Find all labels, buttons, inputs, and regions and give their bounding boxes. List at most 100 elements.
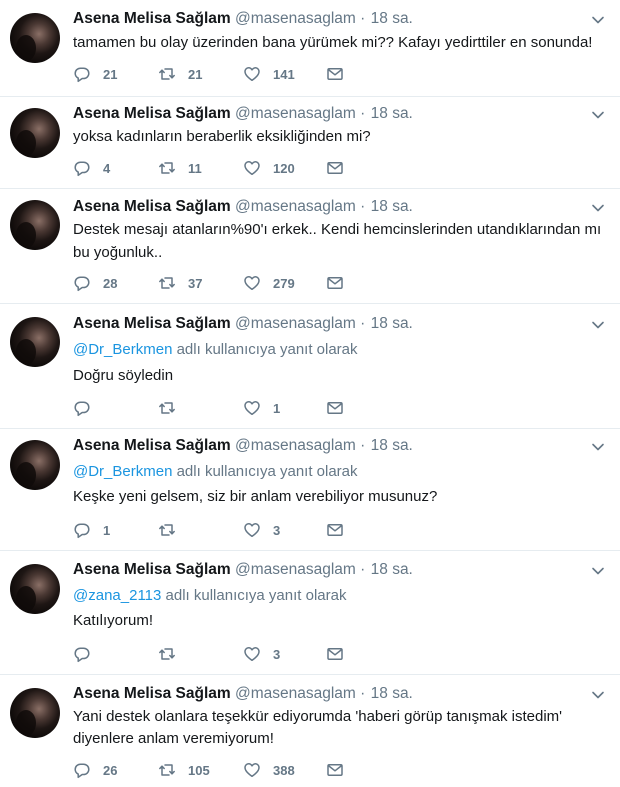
timestamp[interactable]: 18 sa. bbox=[371, 10, 413, 27]
like-count: 3 bbox=[273, 522, 281, 538]
reply-mention-link[interactable]: @Dr_Berkmen bbox=[73, 463, 172, 480]
timestamp[interactable]: 18 sa. bbox=[371, 561, 413, 578]
author-handle[interactable]: @masenasaglam bbox=[235, 198, 356, 215]
avatar[interactable] bbox=[10, 200, 60, 250]
author-name[interactable]: Asena Melisa Sağlam bbox=[73, 10, 231, 27]
like-count: 3 bbox=[273, 646, 281, 662]
reply-button[interactable]: 1 bbox=[73, 520, 110, 540]
tweet-text: Katılıyorum! bbox=[73, 612, 154, 629]
avatar[interactable] bbox=[10, 13, 60, 63]
like-count: 388 bbox=[273, 762, 295, 778]
tweet[interactable]: Asena Melisa Sağlam @masenasaglam · 18 s… bbox=[0, 189, 620, 304]
author-handle[interactable]: @masenasaglam bbox=[235, 685, 356, 702]
retweet-button[interactable]: 37 bbox=[158, 273, 202, 293]
chevron-down-icon[interactable] bbox=[590, 107, 606, 123]
reply-mention-link[interactable]: @Dr_Berkmen bbox=[73, 341, 172, 358]
author-name[interactable]: Asena Melisa Sağlam bbox=[73, 685, 231, 702]
tweet[interactable]: Asena Melisa Sağlam @masenasaglam · 18 s… bbox=[0, 551, 620, 675]
tweet[interactable]: Asena Melisa Sağlam @masenasaglam · 18 s… bbox=[0, 0, 620, 97]
author-name[interactable]: Asena Melisa Sağlam bbox=[73, 105, 231, 122]
tweet[interactable]: Asena Melisa Sağlam @masenasaglam · 18 s… bbox=[0, 675, 620, 787]
heart-icon bbox=[244, 276, 260, 291]
retweet-button[interactable] bbox=[158, 644, 188, 664]
direct-message-button[interactable] bbox=[326, 644, 344, 664]
author-handle[interactable]: @masenasaglam bbox=[235, 10, 356, 27]
heart-icon bbox=[244, 523, 260, 538]
tweet-actions: 1 3 bbox=[73, 520, 373, 540]
author-name[interactable]: Asena Melisa Sağlam bbox=[73, 198, 231, 215]
direct-message-button[interactable] bbox=[326, 520, 344, 540]
author-name[interactable]: Asena Melisa Sağlam bbox=[73, 315, 231, 332]
avatar[interactable] bbox=[10, 108, 60, 158]
tweet[interactable]: Asena Melisa Sağlam @masenasaglam · 18 s… bbox=[0, 429, 620, 551]
like-button[interactable]: 3 bbox=[243, 644, 280, 664]
reply-button[interactable]: 21 bbox=[73, 64, 117, 84]
direct-message-button[interactable] bbox=[326, 760, 344, 780]
avatar[interactable] bbox=[10, 688, 60, 738]
reply-button[interactable] bbox=[73, 398, 103, 418]
tweet-text-line: Yani destek olanlara teşekkür ediyorumda… bbox=[73, 708, 563, 725]
tweet-header: Asena Melisa Sağlam @masenasaglam · 18 s… bbox=[73, 684, 610, 704]
author-name[interactable]: Asena Melisa Sağlam bbox=[73, 561, 231, 578]
tweet-text: Doğru söyledin bbox=[73, 367, 174, 384]
timestamp[interactable]: 18 sa. bbox=[371, 685, 413, 702]
timestamp[interactable]: 18 sa. bbox=[371, 437, 413, 454]
like-count: 120 bbox=[273, 160, 295, 176]
author-handle[interactable]: @masenasaglam bbox=[235, 561, 356, 578]
tweet-feed: Asena Melisa Sağlam @masenasaglam · 18 s… bbox=[0, 0, 620, 787]
envelope-icon bbox=[327, 524, 343, 536]
separator-dot: · bbox=[360, 437, 366, 454]
timestamp[interactable]: 18 sa. bbox=[371, 315, 413, 332]
avatar[interactable] bbox=[10, 317, 60, 367]
author-handle[interactable]: @masenasaglam bbox=[235, 105, 356, 122]
like-button[interactable]: 388 bbox=[243, 760, 295, 780]
retweet-button[interactable] bbox=[158, 520, 188, 540]
avatar[interactable] bbox=[10, 564, 60, 614]
author-handle[interactable]: @masenasaglam bbox=[235, 315, 356, 332]
retweet-count: 11 bbox=[188, 160, 202, 176]
chevron-down-icon[interactable] bbox=[590, 317, 606, 333]
retweet-button[interactable]: 21 bbox=[158, 64, 202, 84]
direct-message-button[interactable] bbox=[326, 273, 344, 293]
reply-button[interactable]: 4 bbox=[73, 158, 110, 178]
retweet-button[interactable] bbox=[158, 398, 188, 418]
chevron-down-icon[interactable] bbox=[590, 439, 606, 455]
chevron-down-icon[interactable] bbox=[590, 12, 606, 28]
direct-message-button[interactable] bbox=[326, 158, 344, 178]
reply-mention-link[interactable]: @zana_2113 bbox=[73, 587, 161, 604]
direct-message-button[interactable] bbox=[326, 64, 344, 84]
retweet-button[interactable]: 105 bbox=[158, 760, 210, 780]
tweet[interactable]: Asena Melisa Sağlam @masenasaglam · 18 s… bbox=[0, 97, 620, 189]
reply-context-label: adlı kullanıcıya yanıt olarak bbox=[172, 341, 358, 358]
envelope-icon bbox=[327, 764, 343, 776]
like-button[interactable]: 141 bbox=[243, 64, 295, 84]
reply-context-label: adlı kullanıcıya yanıt olarak bbox=[161, 587, 347, 604]
timestamp[interactable]: 18 sa. bbox=[371, 198, 413, 215]
like-button[interactable]: 279 bbox=[243, 273, 295, 293]
like-button[interactable]: 3 bbox=[243, 520, 280, 540]
tweet-header: Asena Melisa Sağlam @masenasaglam · 18 s… bbox=[73, 104, 610, 124]
tweet[interactable]: Asena Melisa Sağlam @masenasaglam · 18 s… bbox=[0, 304, 620, 429]
reply-context: @zana_2113 adlı kullanıcıya yanıt olarak bbox=[73, 586, 346, 606]
author-name[interactable]: Asena Melisa Sağlam bbox=[73, 437, 231, 454]
chevron-down-icon[interactable] bbox=[590, 687, 606, 703]
chevron-down-icon[interactable] bbox=[590, 563, 606, 579]
like-button[interactable]: 1 bbox=[243, 398, 280, 418]
tweet-actions: 1 bbox=[73, 398, 373, 418]
avatar[interactable] bbox=[10, 440, 60, 490]
like-button[interactable]: 120 bbox=[243, 158, 295, 178]
reply-button[interactable] bbox=[73, 644, 103, 664]
reply-context: @Dr_Berkmen adlı kullanıcıya yanıt olara… bbox=[73, 340, 358, 360]
direct-message-button[interactable] bbox=[326, 398, 344, 418]
reply-button[interactable]: 28 bbox=[73, 273, 117, 293]
retweet-icon bbox=[159, 277, 175, 289]
retweet-count: 105 bbox=[188, 762, 210, 778]
envelope-icon bbox=[327, 648, 343, 660]
reply-button[interactable]: 26 bbox=[73, 760, 117, 780]
timestamp[interactable]: 18 sa. bbox=[371, 105, 413, 122]
author-handle[interactable]: @masenasaglam bbox=[235, 437, 356, 454]
retweet-button[interactable]: 11 bbox=[158, 158, 202, 178]
chevron-down-icon[interactable] bbox=[590, 200, 606, 216]
reply-icon bbox=[74, 647, 90, 663]
tweet-text-line: Destek mesajı atanların%90'ı erkek.. Ken… bbox=[73, 221, 602, 238]
